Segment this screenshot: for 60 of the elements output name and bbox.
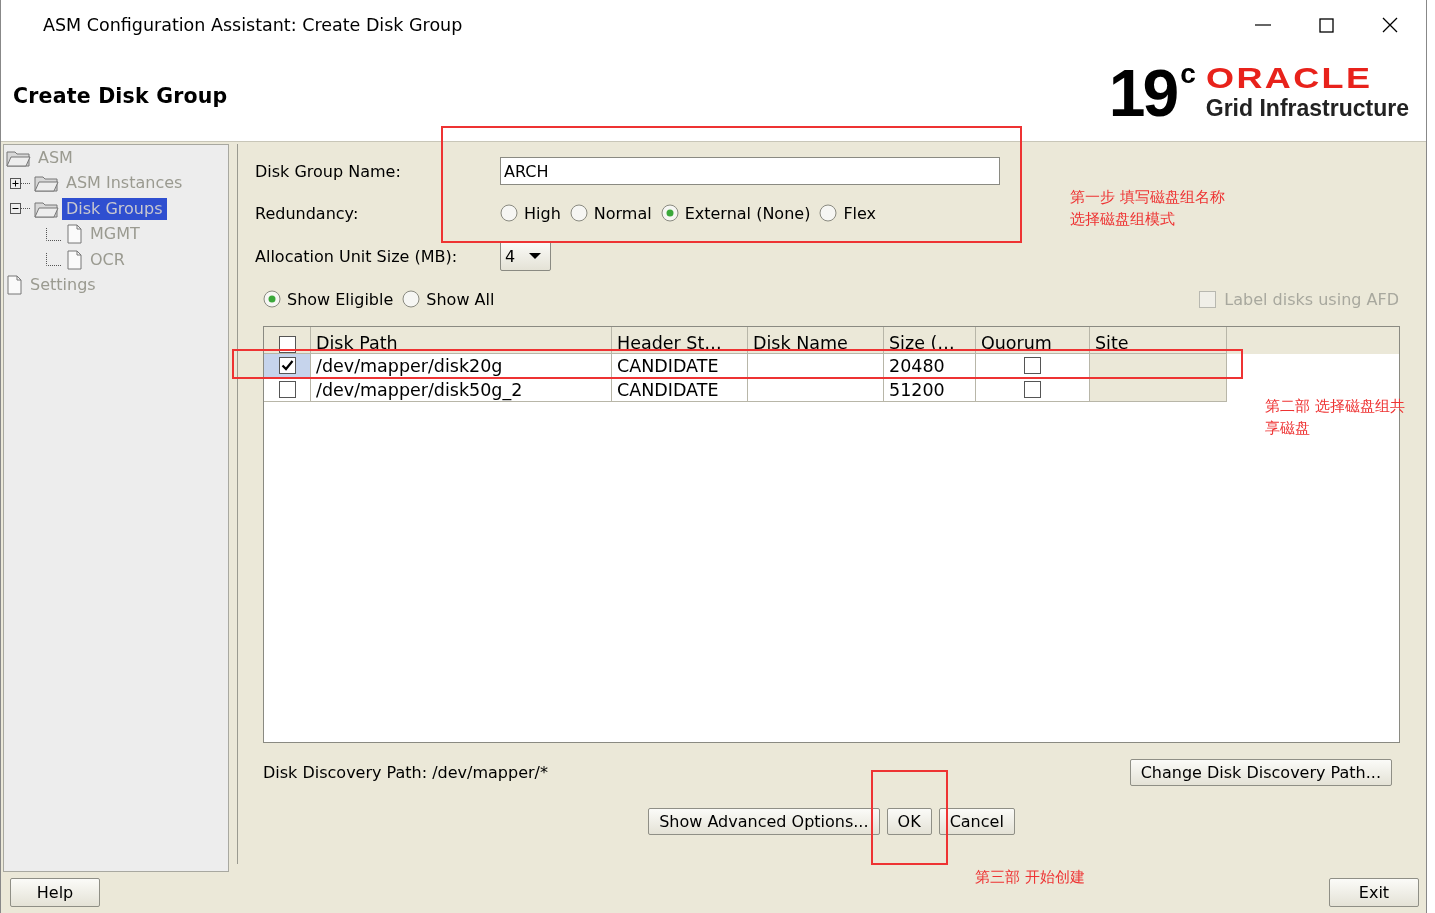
column-header[interactable]: Quorum bbox=[976, 327, 1090, 354]
table-cell: /dev/mapper/disk20g bbox=[311, 354, 612, 378]
radio-button[interactable] bbox=[660, 204, 679, 222]
annotation-text: 第一步 填写磁盘组名称 bbox=[1070, 187, 1225, 208]
close-icon[interactable] bbox=[1382, 17, 1398, 33]
quorum-checkbox[interactable] bbox=[1024, 381, 1041, 398]
row-checkbox[interactable] bbox=[278, 381, 296, 398]
disk-group-name-field[interactable]: ARCH bbox=[500, 157, 1000, 185]
radio-button[interactable] bbox=[819, 204, 838, 222]
radio-label[interactable]: External (None) bbox=[684, 203, 811, 223]
table-cell: CANDIDATE bbox=[612, 378, 748, 402]
expand-icon[interactable] bbox=[10, 177, 31, 189]
radio-label[interactable]: Show Eligible bbox=[287, 289, 394, 309]
file-icon bbox=[66, 224, 83, 245]
field-label: Disk Group Name: bbox=[255, 161, 402, 181]
version-number: 19 bbox=[1108, 59, 1177, 126]
radio-label[interactable]: Show All bbox=[426, 289, 495, 309]
window-title: ASM Configuration Assistant: Create Disk Group bbox=[43, 15, 464, 35]
table-cell: 51200 bbox=[884, 378, 976, 402]
radio-button[interactable] bbox=[263, 290, 281, 308]
version-letter: c bbox=[1180, 59, 1196, 88]
unit-size-dropdown[interactable]: 4 bbox=[500, 241, 551, 271]
page-title: Create Disk Group bbox=[13, 83, 228, 108]
column-header[interactable]: Disk Path bbox=[311, 327, 612, 354]
column-header[interactable]: Disk Name bbox=[748, 327, 884, 354]
quorum-checkbox[interactable] bbox=[1024, 357, 1041, 374]
radio-label[interactable]: High bbox=[524, 203, 561, 223]
tree-item[interactable]: Disk Groups bbox=[62, 197, 167, 220]
action-button[interactable]: OK bbox=[886, 808, 932, 835]
annotation-text: 第三部 开始创建 bbox=[975, 867, 1085, 888]
folder-icon bbox=[34, 173, 59, 194]
table-cell: CANDIDATE bbox=[612, 354, 748, 378]
brand-logo: ORACLE bbox=[1205, 63, 1374, 93]
column-header[interactable]: Header St… bbox=[612, 327, 748, 354]
radio-label[interactable]: Flex bbox=[843, 203, 877, 223]
radio-label[interactable]: Normal bbox=[593, 203, 652, 223]
help-button[interactable]: Help bbox=[10, 878, 100, 907]
row-checkbox[interactable] bbox=[278, 357, 296, 374]
exit-button[interactable]: Exit bbox=[1329, 878, 1419, 907]
table-cell: 20480 bbox=[884, 354, 976, 378]
annotation-text: 享磁盘 bbox=[1265, 418, 1311, 439]
discovery-path-text: Disk Discovery Path: /dev/mapper/* bbox=[263, 763, 548, 782]
radio-button[interactable] bbox=[402, 290, 421, 308]
change-path-button[interactable]: Change Disk Discovery Path... bbox=[1129, 759, 1392, 786]
annotation-text: 选择磁盘组模式 bbox=[1070, 209, 1176, 230]
file-icon bbox=[6, 275, 23, 296]
radio-button[interactable] bbox=[569, 204, 588, 222]
action-button[interactable]: Cancel bbox=[938, 808, 1015, 835]
collapse-icon[interactable] bbox=[10, 203, 31, 215]
action-button[interactable]: Show Advanced Options... bbox=[648, 808, 880, 835]
field-label: Redundancy: bbox=[255, 203, 360, 223]
table-cell: /dev/mapper/disk50g_2 bbox=[311, 378, 612, 402]
radio-button[interactable] bbox=[500, 204, 518, 222]
caret-icon bbox=[529, 253, 542, 259]
tree-connector-icon bbox=[46, 253, 63, 267]
product-name: Grid Infrastructure bbox=[1205, 95, 1409, 122]
field-label: Allocation Unit Size (MB): bbox=[255, 246, 459, 266]
maximize-icon[interactable] bbox=[1319, 17, 1334, 33]
tree-connector-icon bbox=[46, 227, 63, 241]
file-icon bbox=[66, 249, 83, 270]
